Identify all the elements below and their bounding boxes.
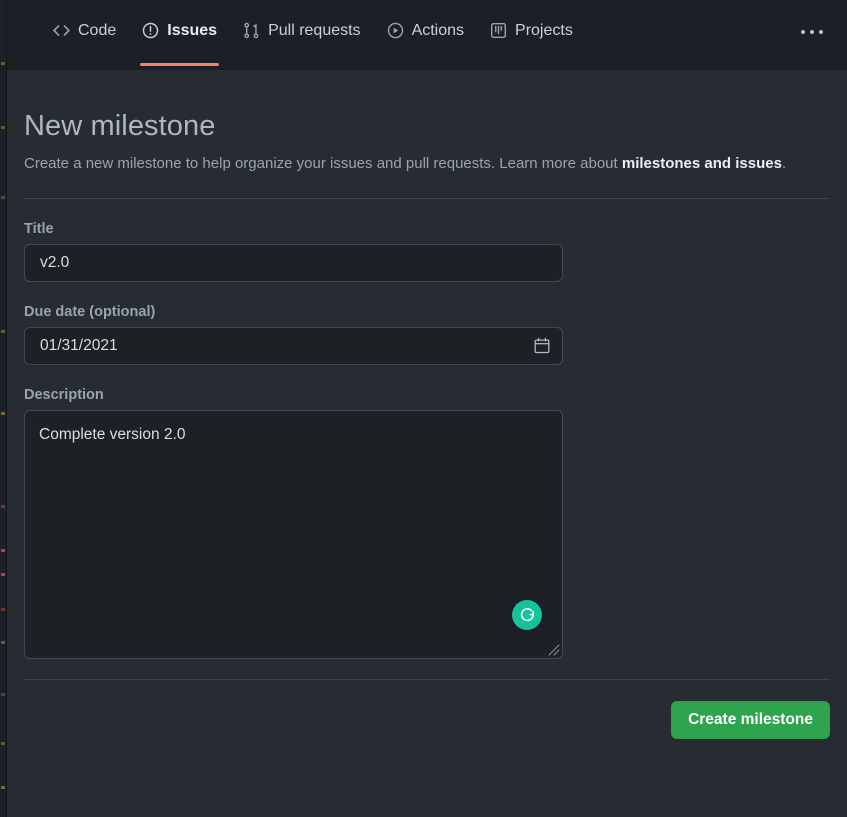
sliver-mark xyxy=(1,62,5,65)
milestones-docs-link[interactable]: milestones and issues xyxy=(622,155,782,172)
title-field-label: Title xyxy=(24,220,54,237)
git-pull-request-icon xyxy=(243,22,260,39)
subtitle-text: Create a new milestone to help organize … xyxy=(24,155,622,172)
description-field-wrapper xyxy=(24,409,563,659)
nav-tab-label: Actions xyxy=(411,22,465,39)
sliver-mark xyxy=(1,412,5,415)
sliver-mark xyxy=(1,641,5,644)
code-icon xyxy=(53,22,70,39)
due-date-input[interactable] xyxy=(24,326,563,365)
overflow-dot xyxy=(801,30,805,34)
sliver-mark xyxy=(1,608,5,611)
nav-tab-label: Pull requests xyxy=(268,22,361,39)
calendar-icon[interactable] xyxy=(534,337,550,354)
sliver-mark xyxy=(1,742,5,745)
page-subtitle: Create a new milestone to help organize … xyxy=(24,143,830,176)
nav-tab-label: Code xyxy=(78,22,117,39)
form-footer: Create milestone xyxy=(24,680,830,739)
nav-tab-label: Projects xyxy=(515,22,573,39)
subtitle-suffix: . xyxy=(781,155,787,172)
nav-tab-projects[interactable]: Projects xyxy=(477,0,586,66)
project-icon xyxy=(490,22,507,39)
sliver-mark xyxy=(1,786,5,789)
due-date-field-label: Due date (optional) xyxy=(24,303,156,320)
nav-tab-label: Issues xyxy=(167,22,218,39)
nav-overflow-button[interactable] xyxy=(795,24,829,40)
nav-tab-code[interactable]: Code xyxy=(40,0,129,66)
overflow-dot xyxy=(819,30,823,34)
nav-tab-actions[interactable]: Actions xyxy=(374,0,477,66)
adjacent-pane-sliver xyxy=(0,0,7,817)
grammarly-icon[interactable] xyxy=(512,599,542,630)
sliver-mark xyxy=(1,693,5,696)
sliver-mark xyxy=(1,505,5,508)
new-milestone-form: New milestone Create a new milestone to … xyxy=(7,70,847,817)
nav-tab-issues[interactable]: Issues xyxy=(129,0,230,66)
create-milestone-button[interactable]: Create milestone xyxy=(671,700,830,739)
due-date-field-wrapper xyxy=(24,326,563,365)
sliver-mark xyxy=(1,573,5,576)
description-input[interactable] xyxy=(24,409,563,659)
sliver-mark xyxy=(1,330,5,333)
sliver-mark xyxy=(1,196,5,199)
overflow-dot xyxy=(810,30,814,34)
sliver-mark xyxy=(1,126,5,129)
issue-opened-icon xyxy=(142,22,159,39)
play-icon xyxy=(387,22,404,39)
repository-nav: Code Issues Pull requests Actions Projec… xyxy=(7,0,847,70)
title-input[interactable] xyxy=(24,243,563,282)
header-divider xyxy=(24,197,830,199)
nav-tab-pull-requests[interactable]: Pull requests xyxy=(230,0,374,66)
sliver-mark xyxy=(1,549,5,552)
page-title: New milestone xyxy=(24,110,216,142)
description-field-label: Description xyxy=(24,386,104,403)
